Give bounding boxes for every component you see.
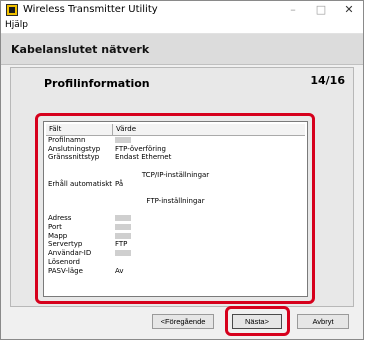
back-button[interactable]: <Föregående — [152, 314, 214, 329]
table-row[interactable]: Adress — [46, 214, 305, 223]
redacted-value — [115, 215, 131, 222]
page-header: Kabelanslutet nätverk — [1, 34, 363, 65]
cell-field: Port — [48, 223, 62, 231]
cell-value — [115, 249, 131, 258]
table-row-empty[interactable] — [46, 162, 305, 171]
cell-field: Gränssnittstyp — [48, 153, 100, 162]
menu-bar: Hjälp — [1, 19, 363, 34]
table-row[interactable]: Anslutningstyp FTP-överföring — [46, 145, 305, 154]
cell-field: Adress — [48, 214, 72, 223]
table-row[interactable]: Användar-ID — [46, 249, 305, 258]
cell-field: PASV-läge — [48, 266, 83, 275]
column-header-field: Fält — [49, 125, 62, 133]
section-label: FTP-inställningar — [146, 196, 205, 205]
redacted-value — [115, 232, 131, 239]
panel-title: Profilinformation — [44, 77, 150, 90]
table-row[interactable]: Lösenord — [46, 258, 305, 267]
table-row[interactable]: PASV-läge Av — [46, 267, 305, 276]
cell-field: Mapp — [48, 231, 68, 240]
table-row-empty[interactable] — [46, 206, 305, 215]
cell-field: Erhåll automatiskt — [48, 179, 113, 188]
table-row[interactable]: Port — [46, 223, 305, 232]
cell-value — [115, 232, 131, 241]
cell-field: Anslutningstyp — [48, 144, 101, 153]
cell-value: FTP-överföring — [115, 144, 166, 153]
cell-field: Servertyp — [48, 240, 83, 249]
app-icon — [6, 4, 18, 16]
step-indicator: 14/16 — [310, 74, 345, 87]
redacted-value — [115, 224, 131, 230]
close-button[interactable]: ✕ — [335, 1, 363, 19]
cell-value — [115, 214, 131, 223]
cell-value — [115, 223, 131, 232]
redacted-value — [115, 250, 131, 257]
cell-value — [115, 136, 131, 145]
column-divider — [112, 124, 113, 135]
cell-field: Lösenord — [48, 257, 80, 266]
page-title: Kabelanslutet nätverk — [11, 43, 150, 56]
table-row-empty[interactable] — [46, 188, 305, 197]
table-row[interactable]: Profilnamn — [46, 136, 305, 145]
cell-field: Användar-ID — [48, 249, 92, 258]
title-bar: Wireless Transmitter Utility – □ ✕ — [1, 1, 363, 19]
cell-value: Endast Ethernet — [115, 153, 172, 162]
table-row[interactable]: Servertyp FTP — [46, 240, 305, 249]
cell-field: Profilnamn — [48, 136, 86, 144]
table-header: Fält Värde — [46, 124, 305, 136]
menu-help[interactable]: Hjälp — [5, 20, 28, 30]
section-label: TCP/IP-inställningar — [141, 170, 210, 179]
table-section-row[interactable]: TCP/IP-inställningar — [46, 171, 305, 180]
column-header-value: Värde — [116, 125, 137, 133]
table-row[interactable]: Mapp — [46, 232, 305, 241]
app-window: Wireless Transmitter Utility – □ ✕ Hjälp… — [0, 0, 364, 340]
table-row[interactable]: Gränssnittstyp Endast Ethernet — [46, 153, 305, 162]
maximize-button[interactable]: □ — [307, 1, 335, 19]
cell-value: FTP — [115, 240, 128, 249]
next-button-highlight-frame — [225, 306, 290, 336]
table-section-row[interactable]: FTP-inställningar — [46, 197, 305, 206]
minimize-button[interactable]: – — [279, 1, 307, 19]
cancel-button[interactable]: Avbryt — [297, 314, 349, 329]
cell-value: Av — [115, 266, 124, 275]
redacted-value — [115, 137, 131, 143]
profile-info-table[interactable]: Fält Värde Profilnamn Anslutningstyp FTP… — [43, 121, 308, 297]
cell-value: På — [115, 179, 124, 188]
window-title: Wireless Transmitter Utility — [23, 4, 158, 15]
table-row[interactable]: Erhåll automatiskt På — [46, 180, 305, 189]
